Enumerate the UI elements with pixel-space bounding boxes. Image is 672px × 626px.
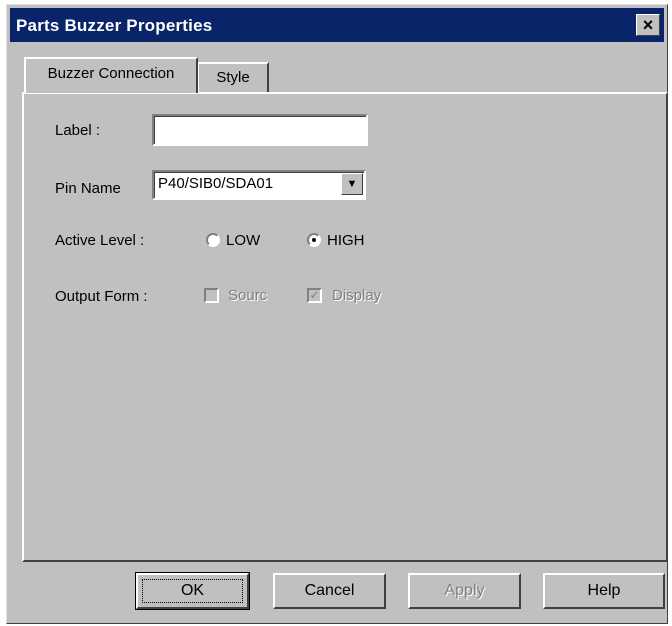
close-button[interactable]: × (636, 14, 660, 36)
ok-button[interactable]: OK (135, 572, 250, 610)
cancel-button[interactable]: Cancel (273, 573, 386, 609)
label-caption: Label : (55, 122, 101, 139)
tab-panel (22, 92, 668, 562)
window-title: Parts Buzzer Properties (16, 16, 213, 35)
tab-buzzer-connection[interactable]: Buzzer Connection (24, 57, 198, 93)
chevron-down-icon: ▼ (346, 178, 358, 190)
cancel-button-label: Cancel (304, 582, 355, 599)
radio-high-label[interactable]: HIGH (327, 232, 365, 249)
help-button[interactable]: Help (543, 573, 665, 609)
apply-button[interactable]: Apply (408, 573, 521, 609)
checkbox-source-label[interactable]: Sourc (228, 287, 267, 304)
pin-name-select[interactable]: P40/SIB0/SDA01 ▼ (152, 170, 366, 200)
title-bar: Parts Buzzer Properties × (10, 8, 664, 42)
apply-button-label: Apply (444, 582, 485, 599)
radio-selected-dot (312, 238, 316, 242)
active-level-caption: Active Level : (55, 232, 145, 249)
radio-low[interactable] (206, 233, 220, 247)
tab-style[interactable]: Style (197, 62, 269, 93)
help-button-label: Help (587, 582, 621, 599)
tab-buzzer-connection-label: Buzzer Connection (47, 65, 175, 82)
dropdown-button[interactable]: ▼ (341, 173, 363, 195)
pin-name-value: P40/SIB0/SDA01 (158, 175, 274, 192)
output-form-caption: Output Form : (55, 288, 148, 305)
check-icon: ✓ (309, 288, 320, 302)
tab-style-label: Style (216, 69, 250, 86)
radio-low-label[interactable]: LOW (226, 232, 260, 249)
checkbox-display[interactable]: ✓ (307, 288, 322, 303)
radio-high[interactable] (307, 233, 321, 247)
close-icon: × (642, 15, 654, 35)
ok-button-label: OK (142, 579, 243, 603)
pin-name-caption: Pin Name (55, 180, 121, 197)
label-input[interactable] (152, 114, 368, 146)
checkbox-display-label[interactable]: Display (332, 287, 381, 304)
checkbox-source[interactable] (204, 288, 219, 303)
